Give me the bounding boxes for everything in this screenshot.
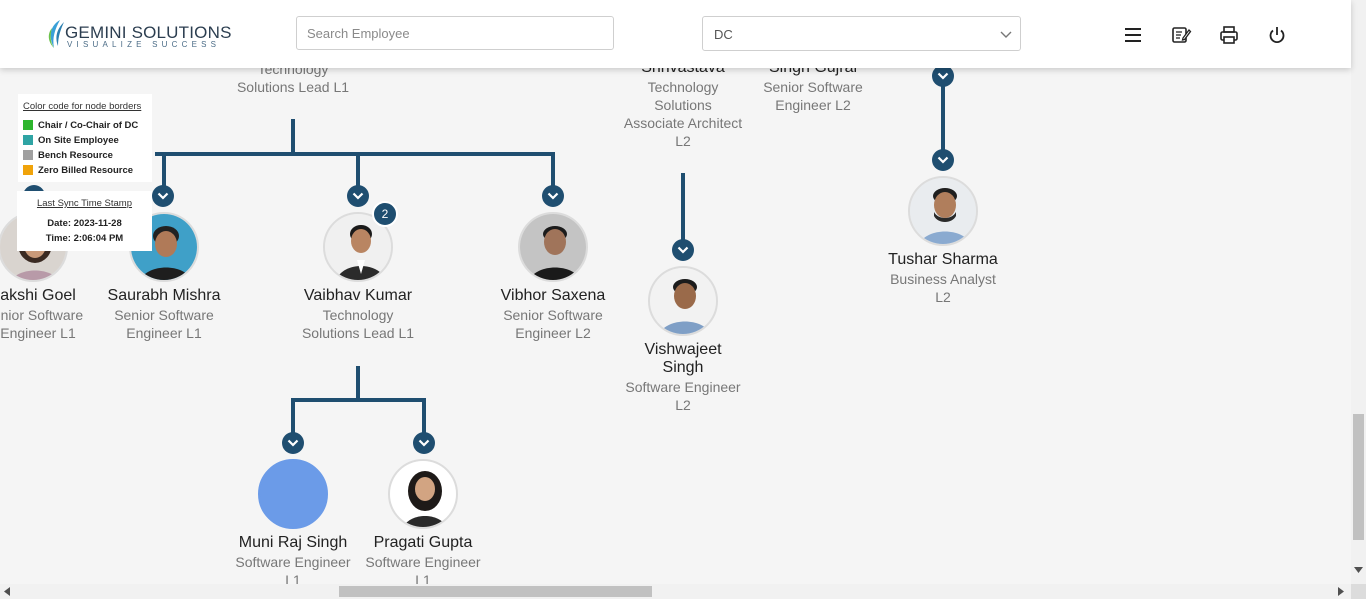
top-header: GEMINI SOLUTIONS VISUALIZE SUCCESS DC (0, 0, 1351, 68)
tree-line (681, 173, 685, 241)
dc-select-dropdown[interactable]: DC (702, 16, 1021, 51)
employee-name[interactable]: Vaibhav Kumar (280, 287, 436, 305)
node-role: L2 (675, 133, 691, 149)
legend-swatch (23, 120, 33, 130)
legend-label: Chair / Co-Chair of DC (38, 120, 139, 131)
sync-title: Last Sync Time Stamp (36, 198, 133, 209)
logo-tagline: VISUALIZE SUCCESS (67, 40, 221, 49)
employee-role: Senior Software (503, 307, 603, 323)
sync-time: Time: 2:06:04 PM (45, 233, 124, 244)
employee-name[interactable]: Vibhor Saxena (475, 287, 631, 305)
scroll-down-arrow-icon[interactable] (1354, 567, 1363, 573)
employee-role: L2 (935, 289, 951, 305)
legend-label: Zero Billed Resource (38, 165, 134, 176)
employee-role: Software Engineer (625, 379, 741, 395)
node-role: Technology (647, 79, 719, 95)
expand-toggle[interactable] (932, 65, 954, 87)
legend-label: On Site Employee (38, 135, 119, 146)
person-photo-icon (910, 178, 976, 244)
employee-role: Senior Software (114, 307, 214, 323)
legend-swatch (23, 135, 33, 145)
legend-swatch (23, 165, 33, 175)
search-employee-input[interactable] (296, 16, 614, 50)
employee-name[interactable]: Pragati Gupta (345, 534, 501, 552)
chevron-down-icon (677, 246, 689, 254)
employee-name[interactable]: Tushar Sharma (865, 251, 1021, 269)
employee-role: Solutions Lead L1 (301, 325, 415, 341)
employee-name[interactable]: Vishwajeet (605, 341, 761, 359)
tree-line (155, 152, 555, 156)
scroll-left-arrow-icon[interactable] (4, 587, 10, 596)
employee-role: Technology (322, 307, 394, 323)
employee-role: Business Analyst (890, 271, 996, 287)
tree-line (356, 366, 360, 400)
tree-line (291, 119, 295, 154)
tree-line (162, 152, 166, 187)
tree-line (356, 152, 360, 187)
employee-role: Engineer L2 (515, 325, 591, 341)
tree-line (422, 398, 426, 434)
node-role: Associate Architect (623, 115, 743, 131)
person-photo-icon (390, 461, 456, 527)
power-icon[interactable] (1266, 24, 1288, 46)
reportee-count-badge: 2 (372, 201, 398, 227)
scrollbar-corner (1351, 584, 1366, 599)
sync-date: Date: 2023-11-28 (47, 218, 122, 229)
employee-role: Software Engineer (365, 554, 481, 570)
chevron-down-icon (547, 192, 559, 200)
scroll-right-arrow-icon[interactable] (1338, 587, 1344, 596)
company-logo[interactable]: GEMINI SOLUTIONS VISUALIZE SUCCESS (46, 18, 231, 52)
node-role: Senior Software (763, 79, 863, 95)
expand-toggle[interactable] (413, 432, 435, 454)
tree-line (551, 152, 555, 187)
expand-toggle[interactable] (347, 185, 369, 207)
color-legend: Color code for node borders Chair / Co-C… (18, 94, 152, 182)
expand-toggle[interactable] (932, 149, 954, 171)
person-photo-icon (520, 214, 586, 280)
person-photo-icon (650, 268, 716, 334)
employee-avatar[interactable] (908, 176, 978, 246)
expand-toggle[interactable] (282, 432, 304, 454)
horizontal-scrollbar[interactable] (0, 584, 1351, 599)
node-role: Solutions Lead L1 (236, 79, 350, 95)
chevron-down-icon (937, 156, 949, 164)
vertical-scroll-thumb[interactable] (1353, 414, 1364, 540)
menu-icon[interactable] (1122, 24, 1144, 46)
chevron-down-icon (287, 439, 299, 447)
notes-icon[interactable] (1170, 24, 1192, 46)
expand-toggle[interactable] (152, 185, 174, 207)
employee-name[interactable]: Saurabh Mishra (86, 287, 242, 305)
employee-name[interactable]: Singh (605, 359, 761, 377)
node-role: Solutions (654, 97, 712, 113)
legend-label: Bench Resource (38, 150, 113, 161)
horizontal-scroll-thumb[interactable] (339, 586, 652, 597)
sync-timestamp-box: Last Sync Time Stamp Date: 2023-11-28 Ti… (17, 191, 152, 251)
employee-avatar[interactable] (388, 459, 458, 529)
node-role: Engineer L2 (775, 97, 851, 113)
chevron-down-icon (418, 439, 430, 447)
chevron-down-icon (352, 192, 364, 200)
employee-role: Engineer L1 (126, 325, 202, 341)
expand-toggle[interactable] (672, 239, 694, 261)
legend-title: Color code for node borders (23, 101, 142, 112)
tree-line (291, 398, 426, 402)
legend-swatch (23, 150, 33, 160)
employee-role: L2 (675, 397, 691, 413)
chevron-down-icon (937, 72, 949, 80)
dc-selected-value: DC (714, 27, 733, 42)
chevron-down-icon (1000, 31, 1012, 38)
expand-toggle[interactable] (542, 185, 564, 207)
chevron-down-icon (157, 192, 169, 200)
employee-avatar[interactable] (258, 459, 328, 529)
tree-line (941, 84, 945, 152)
print-icon[interactable] (1218, 24, 1240, 46)
tree-line (291, 398, 295, 434)
employee-avatar[interactable] (518, 212, 588, 282)
vertical-scrollbar[interactable] (1351, 0, 1366, 584)
employee-avatar[interactable] (648, 266, 718, 336)
